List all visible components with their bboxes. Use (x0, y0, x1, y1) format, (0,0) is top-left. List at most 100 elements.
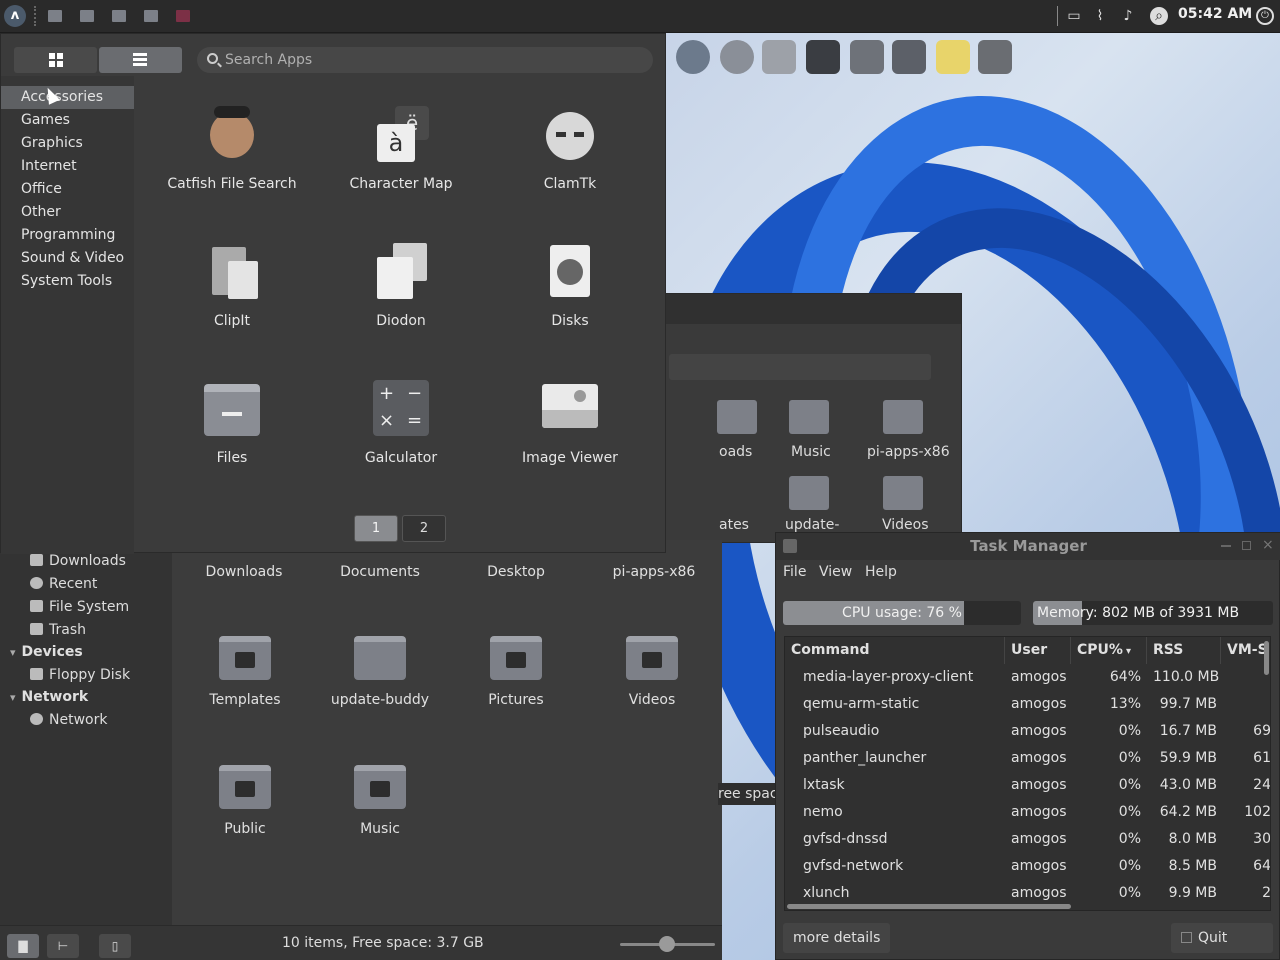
sidebar-heading-network[interactable]: Network (10, 689, 89, 705)
app-catfish[interactable]: Catfish File Search (147, 106, 317, 192)
app-clipit[interactable]: ClipIt (147, 243, 317, 329)
rocket-icon[interactable] (676, 40, 710, 74)
table-row[interactable]: xlunch amogos 0% 9.9 MB 2 (785, 880, 1270, 907)
window-button-icon[interactable] (112, 10, 126, 22)
folder-item[interactable]: Music (310, 765, 450, 837)
minimize-icon[interactable] (1221, 545, 1231, 547)
app-files[interactable]: Files (147, 380, 317, 466)
quit-button[interactable]: Quit (1171, 923, 1273, 953)
maximize-icon[interactable] (1242, 541, 1251, 550)
category-graphics[interactable]: Graphics (1, 132, 134, 155)
category-sound-video[interactable]: Sound & Video (1, 247, 134, 270)
paperclip-icon[interactable]: ⌇ (1091, 7, 1109, 25)
power-icon[interactable]: ⏻ (1256, 7, 1274, 25)
column-command[interactable]: Command (785, 637, 1005, 664)
category-games[interactable]: Games (1, 109, 134, 132)
folder-item[interactable]: pi-apps-x86 (584, 564, 724, 580)
search-input[interactable] (225, 50, 625, 70)
zoom-slider-handle[interactable] (659, 936, 675, 952)
close-icon[interactable]: × (1262, 537, 1274, 553)
page-button-1[interactable]: 1 (354, 515, 398, 542)
task-manager-window-icon[interactable] (176, 10, 190, 22)
folder-item[interactable]: update-buddy (310, 636, 450, 708)
list-view-button[interactable] (99, 47, 182, 73)
category-office[interactable]: Office (1, 178, 134, 201)
bg-item-label: Music (791, 444, 831, 460)
clock[interactable]: 05:42 AM (1178, 6, 1252, 22)
vertical-scrollbar[interactable] (1264, 641, 1269, 675)
window-button-icon[interactable] (80, 10, 94, 22)
table-row[interactable]: lxtask amogos 0% 43.0 MB 24 (785, 772, 1270, 799)
folder-window-icon[interactable] (144, 10, 158, 22)
sidebar-heading-devices[interactable]: Devices (10, 644, 83, 660)
column-cpu[interactable]: CPU% ▾ (1071, 637, 1147, 664)
window-button-icon[interactable] (48, 10, 62, 22)
category-other[interactable]: Other (1, 201, 134, 224)
sidebar-item-file-system[interactable]: File System (30, 599, 129, 619)
table-row[interactable]: pulseaudio amogos 0% 16.7 MB 69 (785, 718, 1270, 745)
tree-toggle-button[interactable]: ⊢ (47, 934, 79, 958)
sidebar-item-trash[interactable]: Trash (30, 622, 86, 642)
table-cell: 64% (1109, 669, 1141, 685)
column-user[interactable]: User (1005, 637, 1071, 664)
file-manager-icon[interactable] (762, 40, 796, 74)
folder-item[interactable]: Public (175, 765, 315, 837)
icon-view-button[interactable] (14, 47, 97, 73)
table-row[interactable]: gvfsd-network amogos 0% 8.5 MB 64 (785, 853, 1271, 880)
menu-file[interactable]: File (783, 564, 806, 580)
column-rss[interactable]: RSS (1147, 637, 1221, 664)
text-editor-icon[interactable] (936, 40, 970, 74)
folder-music-icon (789, 400, 829, 434)
folder-item[interactable]: Pictures (446, 636, 586, 708)
category-accessories[interactable]: Accessories (1, 86, 134, 109)
calculator-icon[interactable] (850, 40, 884, 74)
table-row[interactable]: media-layer-proxy-client amogos 64% 110.0 M… (785, 664, 1270, 691)
horizontal-scrollbar[interactable] (787, 904, 1071, 909)
menu-view[interactable]: View (819, 564, 852, 580)
sidebar-item-downloads[interactable]: Downloads (30, 553, 126, 573)
table-row[interactable]: qemu-arm-static amogos 13% 99.7 MB (785, 691, 1270, 718)
volume-icon[interactable]: ♪ (1119, 7, 1137, 25)
folder-icon[interactable] (892, 40, 926, 74)
category-internet[interactable]: Internet (1, 155, 134, 178)
folder-item[interactable]: Templates (175, 636, 315, 708)
display-icon[interactable]: ▭ (1065, 7, 1083, 25)
bg-item-label: pi-apps-x86 (867, 444, 950, 460)
app-image-viewer[interactable]: Image Viewer (485, 380, 655, 466)
app-diodon[interactable]: Diodon (316, 243, 486, 329)
file-manager-sidebar: Downloads Recent File System Trash Devic… (0, 540, 172, 925)
table-row[interactable]: nemo amogos 0% 64.2 MB 102 (785, 799, 1270, 826)
folder-item[interactable]: Videos (582, 636, 722, 708)
app-clamtk[interactable]: ClamTk (485, 106, 655, 192)
sidebar-item-floppy[interactable]: Floppy Disk (30, 667, 130, 687)
table-cell: 30 (1253, 831, 1271, 847)
category-programming[interactable]: Programming (1, 224, 134, 247)
sidebar-item-recent[interactable]: Recent (30, 576, 97, 596)
hide-sidebar-button[interactable]: ▯ (99, 934, 131, 958)
trash-icon[interactable] (978, 40, 1012, 74)
app-disks[interactable]: Disks (485, 243, 655, 329)
sidebar-item-network[interactable]: Network (30, 712, 107, 732)
menu-help[interactable]: Help (865, 564, 897, 580)
table-row[interactable]: gvfsd-dnssd amogos 0% 8.0 MB 30 (785, 826, 1271, 853)
folder-item[interactable]: Desktop (446, 564, 586, 580)
devil-icon (540, 106, 600, 166)
table-cell: amogos (1011, 858, 1067, 874)
grid-icon (49, 53, 63, 67)
table-row[interactable]: panther_launcher amogos 0% 59.9 MB 61 (785, 745, 1270, 772)
app-galculator[interactable]: + − × = Galculator (316, 380, 486, 466)
menu-launcher-icon[interactable]: ʌ (4, 5, 26, 27)
search-box[interactable] (197, 47, 653, 73)
terminal-icon[interactable] (806, 40, 840, 74)
folder-item[interactable]: Documents (310, 564, 450, 580)
places-toggle-button[interactable]: ▇ (7, 934, 39, 958)
table-cell: 64 (1253, 858, 1271, 874)
more-details-button[interactable]: more details (783, 923, 891, 953)
folder-item[interactable]: Downloads (174, 564, 314, 580)
list-icon (133, 53, 147, 67)
category-system-tools[interactable]: System Tools (1, 270, 134, 293)
raccoon-icon[interactable] (720, 40, 754, 74)
search-icon[interactable]: ⌕ (1150, 7, 1168, 25)
app-character-map[interactable]: ëà Character Map (316, 106, 486, 192)
page-button-2[interactable]: 2 (402, 515, 446, 542)
